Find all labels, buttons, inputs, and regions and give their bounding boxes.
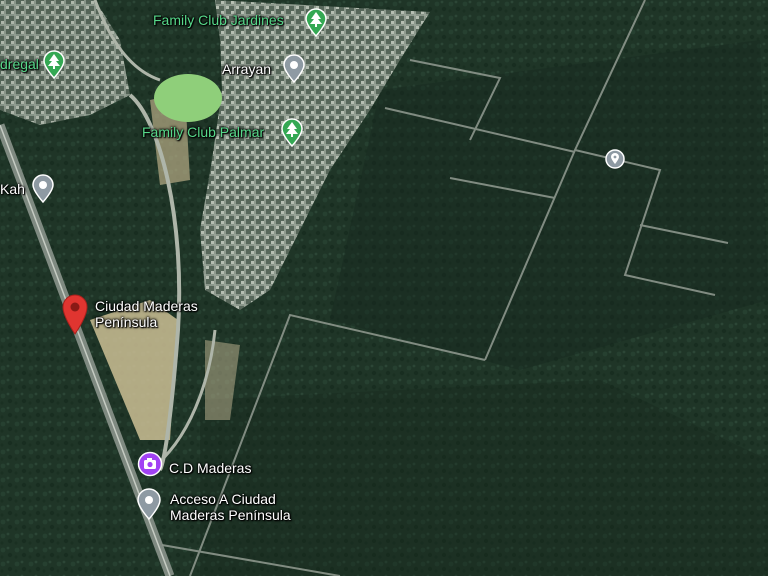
tree-icon[interactable] (41, 49, 67, 79)
place-label-ciudad-maderas-line2[interactable]: Península (95, 314, 157, 330)
place-label-kah[interactable]: Kah (0, 181, 25, 197)
place-label-acceso-line1[interactable]: Acceso A Ciudad (170, 491, 276, 507)
park-green (154, 74, 222, 122)
location-pin-icon[interactable] (30, 173, 56, 203)
location-pin-icon[interactable] (604, 148, 626, 170)
location-pin-icon[interactable] (281, 53, 307, 83)
place-label-family-club-jardines[interactable]: Family Club Jardines (153, 12, 284, 28)
place-label-arrayan[interactable]: Arrayan (222, 61, 271, 77)
place-label-family-club-palmar[interactable]: Family Club Palmar (142, 124, 264, 140)
satellite-map[interactable] (0, 0, 768, 576)
place-label-acceso-line2[interactable]: Maderas Península (170, 507, 291, 523)
place-label-ciudad-maderas-line1[interactable]: Ciudad Maderas (95, 298, 198, 314)
place-label-pedregal[interactable]: dregal (0, 56, 39, 72)
tree-icon[interactable] (279, 117, 305, 147)
tree-icon[interactable] (303, 7, 329, 37)
place-label-cd-maderas[interactable]: C.D Maderas (169, 460, 251, 476)
red-map-pin-icon[interactable] (61, 293, 89, 335)
location-pin-icon[interactable] (136, 488, 162, 520)
camera-icon[interactable] (137, 451, 163, 477)
